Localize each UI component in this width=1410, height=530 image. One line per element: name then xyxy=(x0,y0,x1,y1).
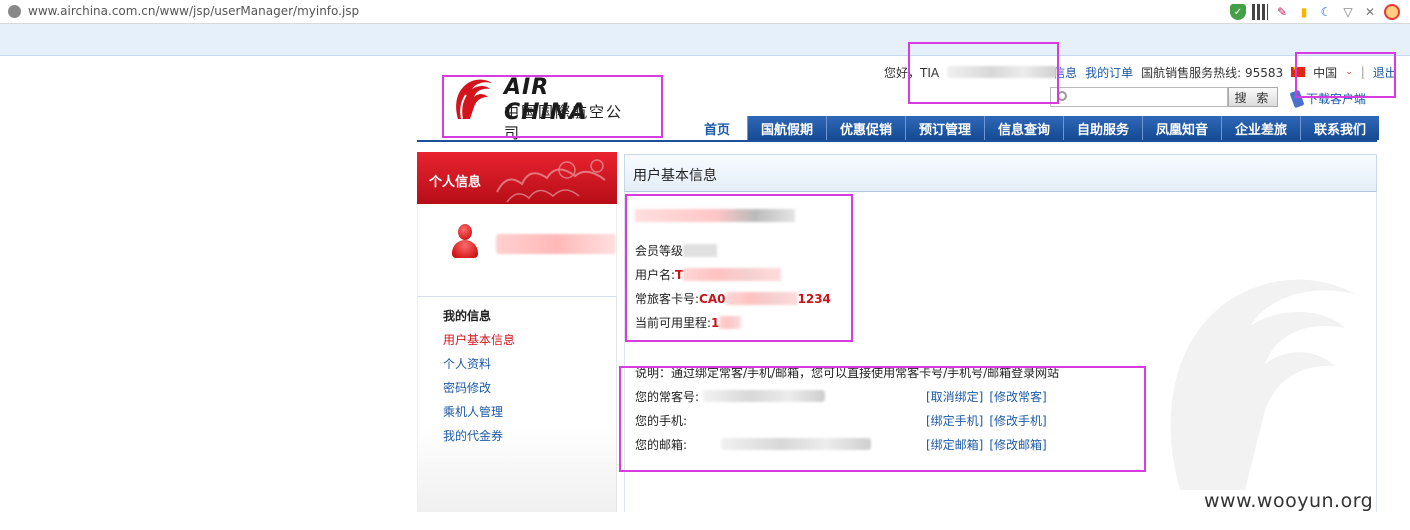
sidebar-menu-item[interactable]: 用户基本信息 xyxy=(443,331,515,355)
close-icon[interactable]: ✕ xyxy=(1362,4,1378,20)
address-bar[interactable]: www.airchina.com.cn/www/jsp/userManager/… xyxy=(0,0,1410,24)
block-icon[interactable] xyxy=(1384,4,1400,20)
sidebar-user-card xyxy=(417,204,617,296)
watermark-text: www.wooyun.org xyxy=(1204,490,1374,512)
nav-item[interactable]: 联系我们 xyxy=(1300,116,1379,140)
nav-item[interactable]: 信息查询 xyxy=(984,116,1063,140)
sidebar-menu-item[interactable]: 乘机人管理 xyxy=(443,403,515,427)
annotation-box-logo xyxy=(442,75,663,138)
sidebar-menu-item[interactable]: 我的代金券 xyxy=(443,427,515,451)
sidebar-menu-list: 用户基本信息 个人资料 密码修改 乘机人管理 我的代金券 xyxy=(443,331,515,451)
main-panel-title: 用户基本信息 xyxy=(633,168,717,184)
feather-icon[interactable]: ✎ xyxy=(1274,4,1290,20)
nav-home[interactable]: 首页 xyxy=(687,116,747,140)
tab-strip xyxy=(0,24,1410,56)
hotline-text: 国航销售服务热线: 95583 xyxy=(1141,65,1284,80)
sidebar-menu-item[interactable]: 个人资料 xyxy=(443,355,515,379)
nav-item[interactable]: 预订管理 xyxy=(905,116,984,140)
nav-item[interactable]: 企业差旅 xyxy=(1221,116,1300,140)
search-input[interactable] xyxy=(1050,87,1228,107)
sidebar-header: 个人信息 xyxy=(417,152,617,204)
search-bar: 搜 索 xyxy=(1050,87,1278,107)
sidebar-menu-item[interactable]: 密码修改 xyxy=(443,379,515,403)
nav-item[interactable]: 自助服务 xyxy=(1063,116,1142,140)
nav-item[interactable]: 凤凰知音 xyxy=(1142,116,1221,140)
my-orders-link[interactable]: 我的订单 xyxy=(1085,64,1133,81)
shield-icon[interactable]: ✓ xyxy=(1230,4,1246,20)
annotation-box-account xyxy=(625,194,853,342)
search-button[interactable]: 搜 索 xyxy=(1228,87,1278,107)
signal-bars-icon[interactable]: ▮ xyxy=(1296,4,1312,20)
nav-items: 国航假期 优惠促销 预订管理 信息查询 自助服务 凤凰知音 企业差旅 联系我们 xyxy=(747,116,1379,140)
redacted-member-name xyxy=(496,234,616,254)
avatar-icon xyxy=(452,224,478,262)
annotation-box-greeting xyxy=(908,42,1059,104)
annotation-box-bindings xyxy=(619,366,1146,472)
cloud-pattern-icon xyxy=(496,159,606,203)
sidebar-title: 个人信息 xyxy=(429,175,482,190)
annotation-box-logout xyxy=(1295,52,1396,98)
toolbar-icons: ✓ ✎ ▮ ☾ ▽ ✕ xyxy=(1230,3,1400,21)
nav-item[interactable]: 优惠促销 xyxy=(826,116,905,140)
chevron-down-icon[interactable]: ▽ xyxy=(1340,4,1356,20)
qr-code-icon[interactable] xyxy=(1252,4,1268,20)
watermark-logo-icon xyxy=(1170,279,1355,490)
main-panel-header: 用户基本信息 xyxy=(624,154,1377,192)
nav-item[interactable]: 国航假期 xyxy=(747,116,826,140)
globe-icon xyxy=(8,5,21,18)
sidebar-menu: 我的信息 用户基本信息 个人资料 密码修改 乘机人管理 我的代金券 xyxy=(417,296,617,512)
url-text[interactable]: www.airchina.com.cn/www/jsp/userManager/… xyxy=(28,4,359,18)
moon-icon[interactable]: ☾ xyxy=(1318,4,1334,20)
nav-divider xyxy=(417,140,1377,142)
sidebar-menu-title: 我的信息 xyxy=(443,309,492,323)
